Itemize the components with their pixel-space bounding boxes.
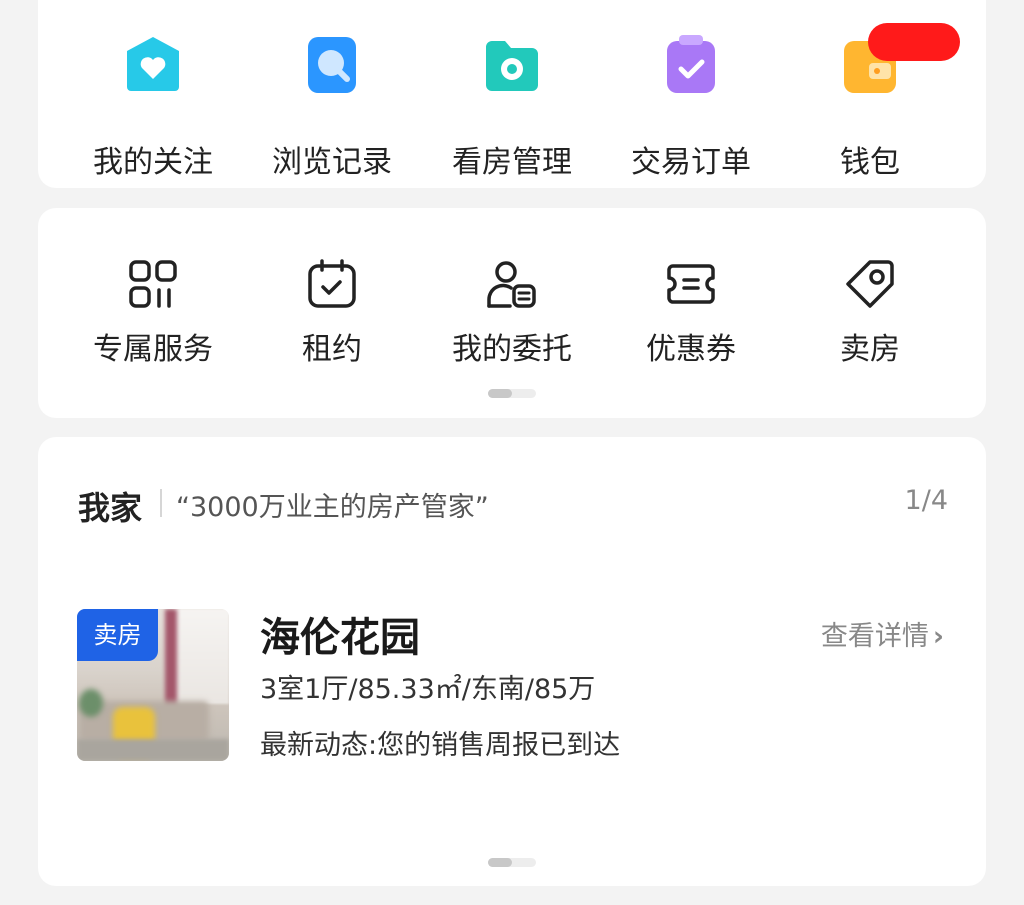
- services-card: 专属服务 租约 我的委托 优惠券 卖房: [38, 208, 986, 418]
- tile-my-follows[interactable]: 我的关注: [63, 35, 243, 181]
- tile-my-entrustment[interactable]: 我的委托: [422, 258, 602, 368]
- home-slogan: “3000万业主的房产管家”: [176, 492, 489, 523]
- tile-label: 交易订单: [631, 145, 751, 180]
- home-page-indicator: 1/4: [904, 485, 948, 516]
- search-history-icon: [303, 35, 361, 93]
- title-divider: [160, 489, 162, 517]
- clipboard-check-icon: [662, 35, 720, 93]
- tile-label: 卖房: [840, 332, 900, 367]
- tile-browse-history[interactable]: 浏览记录: [242, 35, 422, 181]
- grid-apps-icon: [127, 258, 179, 310]
- calendar-check-icon: [306, 258, 358, 310]
- listing-thumbnail[interactable]: 卖房: [77, 609, 229, 761]
- tile-label: 租约: [302, 332, 362, 367]
- my-home-card: 我家 “3000万业主的房产管家” 1/4 卖房 海伦花园 3室1厅/85.33…: [38, 437, 986, 886]
- view-details-label: 查看详情: [820, 621, 929, 652]
- tile-lease[interactable]: 租约: [242, 258, 422, 368]
- listing-news: 最新动态:您的销售周报已到达: [260, 730, 621, 761]
- tile-sell-house[interactable]: 卖房: [780, 258, 960, 368]
- tile-label: 看房管理: [452, 145, 572, 180]
- heart-house-icon: [124, 35, 182, 93]
- camera-folder-icon: [483, 35, 541, 93]
- notification-badge: [868, 23, 960, 61]
- chevron-right-icon: ›: [932, 621, 944, 652]
- coupon-ticket-icon: [665, 258, 717, 310]
- price-tag-icon: [844, 258, 896, 310]
- tile-label: 我的关注: [93, 145, 213, 180]
- listing-type-badge: 卖房: [77, 609, 158, 661]
- tile-coupons[interactable]: 优惠券: [601, 258, 781, 368]
- tile-transaction-orders[interactable]: 交易订单: [601, 35, 781, 181]
- page-indicator-active: [488, 389, 512, 398]
- view-details-link[interactable]: 查看详情 ›: [821, 614, 944, 653]
- tile-label: 专属服务: [93, 332, 213, 367]
- tile-label: 我的委托: [452, 332, 572, 367]
- listing-spec: 3室1厅/85.33㎡/东南/85万: [260, 674, 596, 705]
- tile-label: 优惠券: [646, 332, 736, 367]
- page-indicator-active: [488, 858, 512, 867]
- tile-exclusive-services[interactable]: 专属服务: [63, 258, 243, 368]
- home-section-title: 我家: [78, 489, 143, 527]
- listing-name[interactable]: 海伦花园: [260, 605, 420, 663]
- tile-label: 钱包: [840, 145, 900, 180]
- quick-actions-card: 我的关注 浏览记录 看房管理 交易订单 钱包: [38, 0, 986, 188]
- tile-label: 浏览记录: [272, 145, 392, 180]
- services-page-indicator: [488, 389, 536, 398]
- tile-viewing-management[interactable]: 看房管理: [422, 35, 602, 181]
- home-card-page-indicator: [488, 858, 536, 867]
- person-document-icon: [486, 258, 538, 310]
